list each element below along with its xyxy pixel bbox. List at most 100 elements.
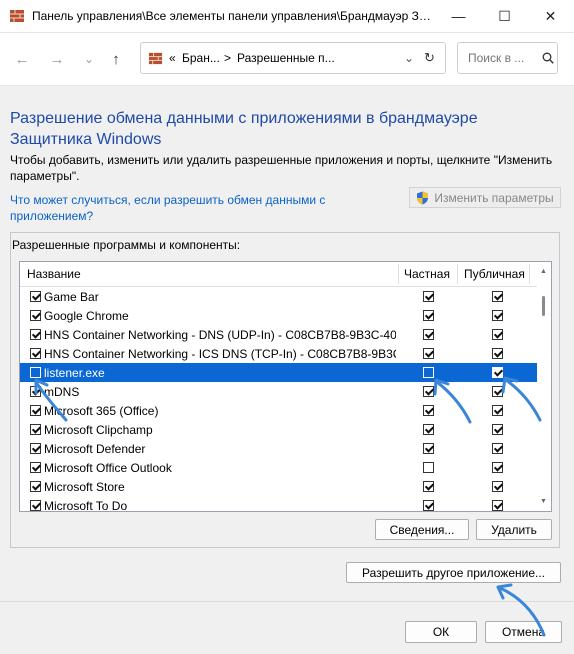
scroll-down-icon[interactable]: ▼ — [540, 498, 547, 505]
allowed-apps-list[interactable]: Название Частная Публичная Game Bar Googl… — [19, 261, 552, 512]
row-enabled-checkbox[interactable] — [30, 310, 41, 321]
row-enabled-checkbox[interactable] — [30, 386, 41, 397]
table-row[interactable]: Microsoft Clipchamp — [20, 420, 537, 439]
column-header-public[interactable]: Публичная — [464, 267, 525, 281]
risk-info-link[interactable]: Что может случиться, если разрешить обме… — [10, 192, 360, 224]
row-name: Microsoft 365 (Office) — [44, 404, 159, 418]
forward-icon[interactable]: → — [48, 50, 66, 68]
row-public-checkbox[interactable] — [492, 500, 503, 511]
row-public-checkbox[interactable] — [492, 481, 503, 492]
table-row[interactable]: Game Bar — [20, 287, 537, 306]
row-enabled-checkbox[interactable] — [30, 424, 41, 435]
table-row[interactable]: Google Chrome — [20, 306, 537, 325]
row-name: Microsoft Clipchamp — [44, 423, 153, 437]
table-row[interactable]: Microsoft Store — [20, 477, 537, 496]
row-private-checkbox[interactable] — [423, 500, 434, 511]
row-public-checkbox[interactable] — [492, 367, 503, 378]
title-bar: Панель управления\Все элементы панели уп… — [0, 0, 574, 33]
page-title: Разрешение обмена данными с приложениями… — [10, 110, 478, 148]
maximize-button[interactable]: ☐ — [482, 0, 527, 32]
uac-shield-icon — [417, 191, 429, 204]
refresh-icon[interactable]: ↻ — [424, 50, 435, 66]
row-name: Microsoft To Do — [44, 499, 128, 512]
table-row[interactable]: Microsoft Office Outlook — [20, 458, 537, 477]
minimize-button[interactable]: — — [436, 0, 481, 32]
table-row[interactable]: mDNS — [20, 382, 537, 401]
table-row[interactable]: listener.exe — [20, 363, 537, 382]
row-enabled-checkbox[interactable] — [30, 405, 41, 416]
table-row[interactable]: Microsoft Defender — [20, 439, 537, 458]
row-private-checkbox[interactable] — [423, 462, 434, 473]
address-bar[interactable]: « Бран... > Разрешенные п... ⌄ ↻ — [140, 42, 446, 74]
column-header-name[interactable]: Название — [27, 267, 81, 281]
delete-button[interactable]: Удалить — [476, 519, 552, 540]
table-row[interactable]: HNS Container Networking - ICS DNS (TCP-… — [20, 344, 537, 363]
row-private-checkbox[interactable] — [423, 329, 434, 340]
row-private-checkbox[interactable] — [423, 443, 434, 454]
row-private-checkbox[interactable] — [423, 424, 434, 435]
cancel-button[interactable]: Отмена — [485, 621, 562, 643]
allow-another-app-button[interactable]: Разрешить другое приложение... — [346, 562, 561, 583]
row-public-checkbox[interactable] — [492, 386, 503, 397]
navigation-bar: ← → ⌄ ↑ « Бран... > Разрешенные п... ⌄ ↻ — [0, 33, 574, 86]
row-enabled-checkbox[interactable] — [30, 481, 41, 492]
row-public-checkbox[interactable] — [492, 462, 503, 473]
row-enabled-checkbox[interactable] — [30, 291, 41, 302]
row-name: Google Chrome — [44, 309, 129, 323]
row-public-checkbox[interactable] — [492, 348, 503, 359]
address-dropdown-icon[interactable]: ⌄ — [404, 51, 414, 65]
column-divider[interactable] — [457, 264, 458, 284]
firewall-icon — [148, 52, 163, 65]
row-public-checkbox[interactable] — [492, 405, 503, 416]
vertical-scrollbar[interactable]: ▲ ▼ — [537, 262, 551, 511]
table-row[interactable]: Microsoft To Do — [20, 496, 537, 512]
row-enabled-checkbox[interactable] — [30, 462, 41, 473]
row-enabled-checkbox[interactable] — [30, 367, 41, 378]
row-private-checkbox[interactable] — [423, 481, 434, 492]
change-settings-label: Изменить параметры — [434, 190, 554, 205]
row-private-checkbox[interactable] — [423, 386, 434, 397]
breadcrumb-firewall[interactable]: Бран... — [182, 51, 220, 65]
row-enabled-checkbox[interactable] — [30, 329, 41, 340]
search-icon[interactable] — [542, 52, 554, 64]
row-enabled-checkbox[interactable] — [30, 443, 41, 454]
scroll-thumb[interactable] — [542, 296, 545, 316]
column-divider[interactable] — [398, 264, 399, 284]
scroll-up-icon[interactable]: ▲ — [540, 268, 547, 275]
row-private-checkbox[interactable] — [423, 348, 434, 359]
row-private-checkbox[interactable] — [423, 405, 434, 416]
row-name: HNS Container Networking - ICS DNS (TCP-… — [44, 347, 396, 361]
recent-locations-icon[interactable]: ⌄ — [80, 50, 98, 68]
table-row[interactable]: HNS Container Networking - DNS (UDP-In) … — [20, 325, 537, 344]
row-enabled-checkbox[interactable] — [30, 500, 41, 511]
close-button[interactable]: ✕ — [528, 0, 573, 32]
row-name: Game Bar — [44, 290, 99, 304]
table-row[interactable]: Microsoft 365 (Office) — [20, 401, 537, 420]
breadcrumb-separator: > — [224, 51, 232, 65]
change-settings-button[interactable]: Изменить параметры — [409, 187, 561, 208]
content-area: Разрешение обмена данными с приложениями… — [0, 86, 574, 654]
row-name: Microsoft Defender — [44, 442, 146, 456]
row-enabled-checkbox[interactable] — [30, 348, 41, 359]
page-description: Чтобы добавить, изменить или удалить раз… — [10, 153, 553, 183]
search-box[interactable] — [457, 42, 558, 74]
breadcrumb-allowed-apps[interactable]: Разрешенные п... — [237, 51, 335, 65]
row-public-checkbox[interactable] — [492, 424, 503, 435]
details-button[interactable]: Сведения... — [375, 519, 469, 540]
search-input[interactable] — [466, 50, 540, 66]
up-icon[interactable]: ↑ — [107, 50, 125, 68]
column-divider[interactable] — [529, 264, 530, 284]
row-private-checkbox[interactable] — [423, 310, 434, 321]
breadcrumb-overflow[interactable]: « — [169, 51, 176, 65]
row-private-checkbox[interactable] — [423, 367, 434, 378]
row-public-checkbox[interactable] — [492, 291, 503, 302]
allowed-programs-label: Разрешенные программы и компоненты: — [12, 238, 241, 252]
row-public-checkbox[interactable] — [492, 329, 503, 340]
row-private-checkbox[interactable] — [423, 291, 434, 302]
back-icon[interactable]: ← — [13, 50, 31, 68]
row-public-checkbox[interactable] — [492, 310, 503, 321]
ok-button[interactable]: ОК — [405, 621, 477, 643]
row-public-checkbox[interactable] — [492, 443, 503, 454]
row-name: listener.exe — [44, 366, 105, 380]
column-header-private[interactable]: Частная — [404, 267, 450, 281]
